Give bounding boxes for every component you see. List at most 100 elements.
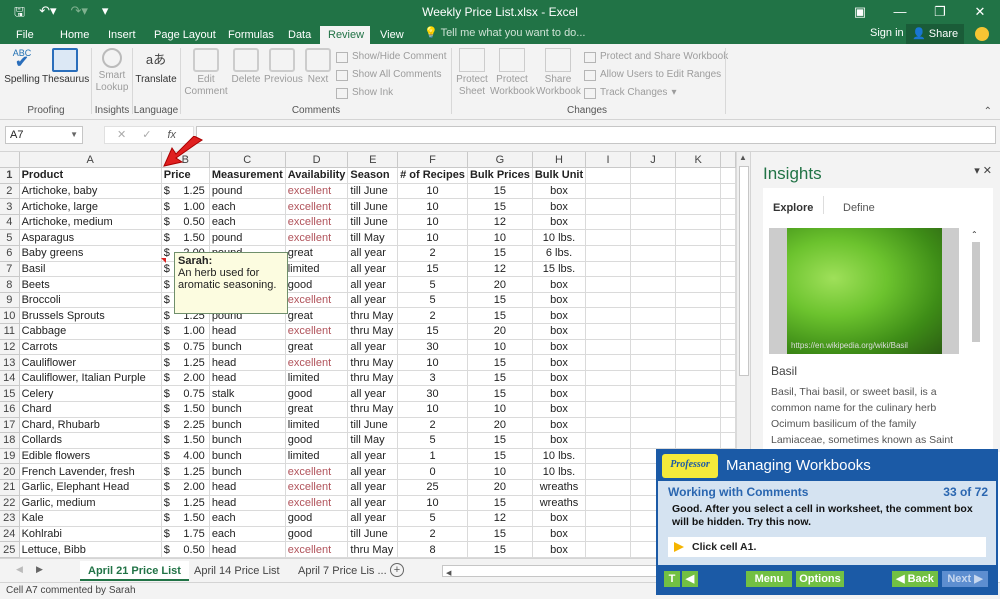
empty-cell[interactable] <box>720 183 736 200</box>
cell-recipes[interactable]: 30 <box>397 385 468 402</box>
empty-cell[interactable] <box>630 354 677 371</box>
cell-measurement[interactable]: bunch <box>209 463 286 480</box>
empty-cell[interactable] <box>630 370 677 387</box>
cell-product[interactable]: Beets <box>19 276 162 293</box>
header-cell[interactable]: Product <box>19 167 162 184</box>
cell-bulk-price[interactable]: 15 <box>467 354 533 371</box>
empty-cell[interactable] <box>585 245 631 262</box>
cell-price[interactable]: $0.75 <box>161 385 210 402</box>
cell-product[interactable]: Baby greens <box>19 245 162 262</box>
cell-availability[interactable]: good <box>285 510 349 527</box>
empty-cell[interactable] <box>630 214 677 231</box>
chevron-down-icon[interactable]: ▼ <box>70 127 78 143</box>
cell-bulk-price[interactable]: 15 <box>467 432 533 449</box>
cell-season[interactable]: all year <box>347 510 399 527</box>
cell-season[interactable]: thru May <box>347 541 399 558</box>
cell-measurement[interactable]: each <box>209 510 286 527</box>
options-button[interactable]: Options <box>796 571 844 587</box>
empty-cell[interactable] <box>675 401 722 418</box>
empty-cell[interactable] <box>585 276 631 293</box>
cell-price[interactable]: $0.50 <box>161 541 210 558</box>
cell-recipes[interactable]: 5 <box>397 510 468 527</box>
cell-availability[interactable]: excellent <box>285 495 349 512</box>
empty-cell[interactable] <box>720 261 736 278</box>
cell-bulk-unit[interactable]: 10 lbs. <box>532 463 587 480</box>
cell-season[interactable]: all year <box>347 245 399 262</box>
cell-bulk-price[interactable]: 15 <box>467 292 533 309</box>
cell-availability[interactable]: excellent <box>285 354 349 371</box>
cell-product[interactable]: Kohlrabi <box>19 526 162 543</box>
cell-bulk-price[interactable]: 15 <box>467 385 533 402</box>
tab-define[interactable]: Define <box>843 202 875 214</box>
audio-button[interactable]: ◀ <box>682 571 698 587</box>
cell-bulk-unit[interactable]: box <box>532 432 587 449</box>
scroll-left-icon[interactable]: ◀ <box>443 570 451 577</box>
cell-price[interactable]: $0.75 <box>161 339 210 356</box>
empty-cell[interactable] <box>630 432 677 449</box>
cell-product[interactable]: Lettuce, Bibb <box>19 541 162 558</box>
cell-bulk-price[interactable]: 15 <box>467 307 533 325</box>
empty-cell[interactable] <box>630 385 677 402</box>
cell-bulk-unit[interactable]: box <box>532 183 587 200</box>
cell-availability[interactable]: limited <box>285 417 349 434</box>
cell-bulk-price[interactable]: 15 <box>467 448 533 465</box>
cell-price[interactable]: $1.50 <box>161 401 210 418</box>
cell-recipes[interactable]: 25 <box>397 479 468 496</box>
cell-bulk-price[interactable]: 20 <box>467 479 533 496</box>
cell-product[interactable]: Basil <box>19 261 162 278</box>
empty-cell[interactable] <box>585 229 631 247</box>
cell-price[interactable]: $1.75 <box>161 526 210 543</box>
cell-availability[interactable]: limited <box>285 370 349 387</box>
column-header[interactable]: A <box>19 152 162 169</box>
cell-product[interactable]: Edible flowers <box>19 448 162 465</box>
spelling-button[interactable]: ABC ✔ Spelling <box>4 48 40 86</box>
restore-button[interactable]: ❐ <box>920 0 960 24</box>
cell-price[interactable]: $1.25 <box>161 495 210 512</box>
cell-price[interactable]: $1.50 <box>161 229 210 247</box>
empty-cell[interactable] <box>630 417 677 434</box>
column-header[interactable]: H <box>532 152 587 169</box>
cancel-entry-icon[interactable]: ✕ <box>117 127 126 143</box>
cell-measurement[interactable]: head <box>209 370 286 387</box>
cell-price[interactable]: $1.25 <box>161 463 210 480</box>
scroll-tabs-right-icon[interactable]: ▶ <box>36 564 43 575</box>
cell-bulk-price[interactable]: 10 <box>467 463 533 480</box>
header-cell[interactable]: Availability <box>285 167 349 184</box>
tab-home[interactable]: Home <box>52 26 97 44</box>
cell-measurement[interactable]: pound <box>209 229 286 247</box>
empty-cell[interactable] <box>630 401 677 418</box>
share-button[interactable]: 👤 Share <box>906 24 964 44</box>
cell-bulk-price[interactable]: 15 <box>467 245 533 262</box>
empty-cell[interactable] <box>675 432 722 449</box>
cell-price[interactable]: $4.00 <box>161 448 210 465</box>
empty-cell[interactable] <box>720 354 736 371</box>
cell-product[interactable]: Brussels Sprouts <box>19 307 162 325</box>
empty-cell[interactable] <box>630 307 677 325</box>
cell-recipes[interactable]: 3 <box>397 370 468 387</box>
sheet-tab-april-7[interactable]: April 7 Price Lis ... <box>290 561 395 581</box>
tab-data[interactable]: Data <box>280 26 319 44</box>
empty-cell[interactable] <box>675 198 722 215</box>
empty-cell[interactable] <box>720 370 736 387</box>
empty-cell[interactable] <box>675 214 722 231</box>
cell-availability[interactable]: limited <box>285 448 349 465</box>
cell-availability[interactable]: excellent <box>285 292 349 309</box>
empty-cell[interactable] <box>720 401 736 418</box>
cell-season[interactable]: thru May <box>347 323 399 340</box>
cell-recipes[interactable]: 2 <box>397 245 468 262</box>
empty-cell[interactable] <box>720 292 736 309</box>
cell-price[interactable]: $2.25 <box>161 417 210 434</box>
row-header[interactable]: 15 <box>0 385 20 402</box>
cell-availability[interactable]: excellent <box>285 229 349 247</box>
cell-bulk-price[interactable]: 10 <box>467 401 533 418</box>
empty-cell[interactable] <box>675 292 722 309</box>
cell-price[interactable]: $2.00 <box>161 370 210 387</box>
cell-bulk-unit[interactable]: box <box>532 323 587 340</box>
empty-cell[interactable] <box>630 261 677 278</box>
cell-bulk-price[interactable]: 12 <box>467 214 533 231</box>
next-button[interactable]: Next ▶ <box>942 571 988 587</box>
row-header[interactable]: 24 <box>0 526 20 543</box>
cell-bulk-unit[interactable]: box <box>532 541 587 558</box>
column-header[interactable]: D <box>285 152 349 169</box>
cell-recipes[interactable]: 2 <box>397 526 468 543</box>
